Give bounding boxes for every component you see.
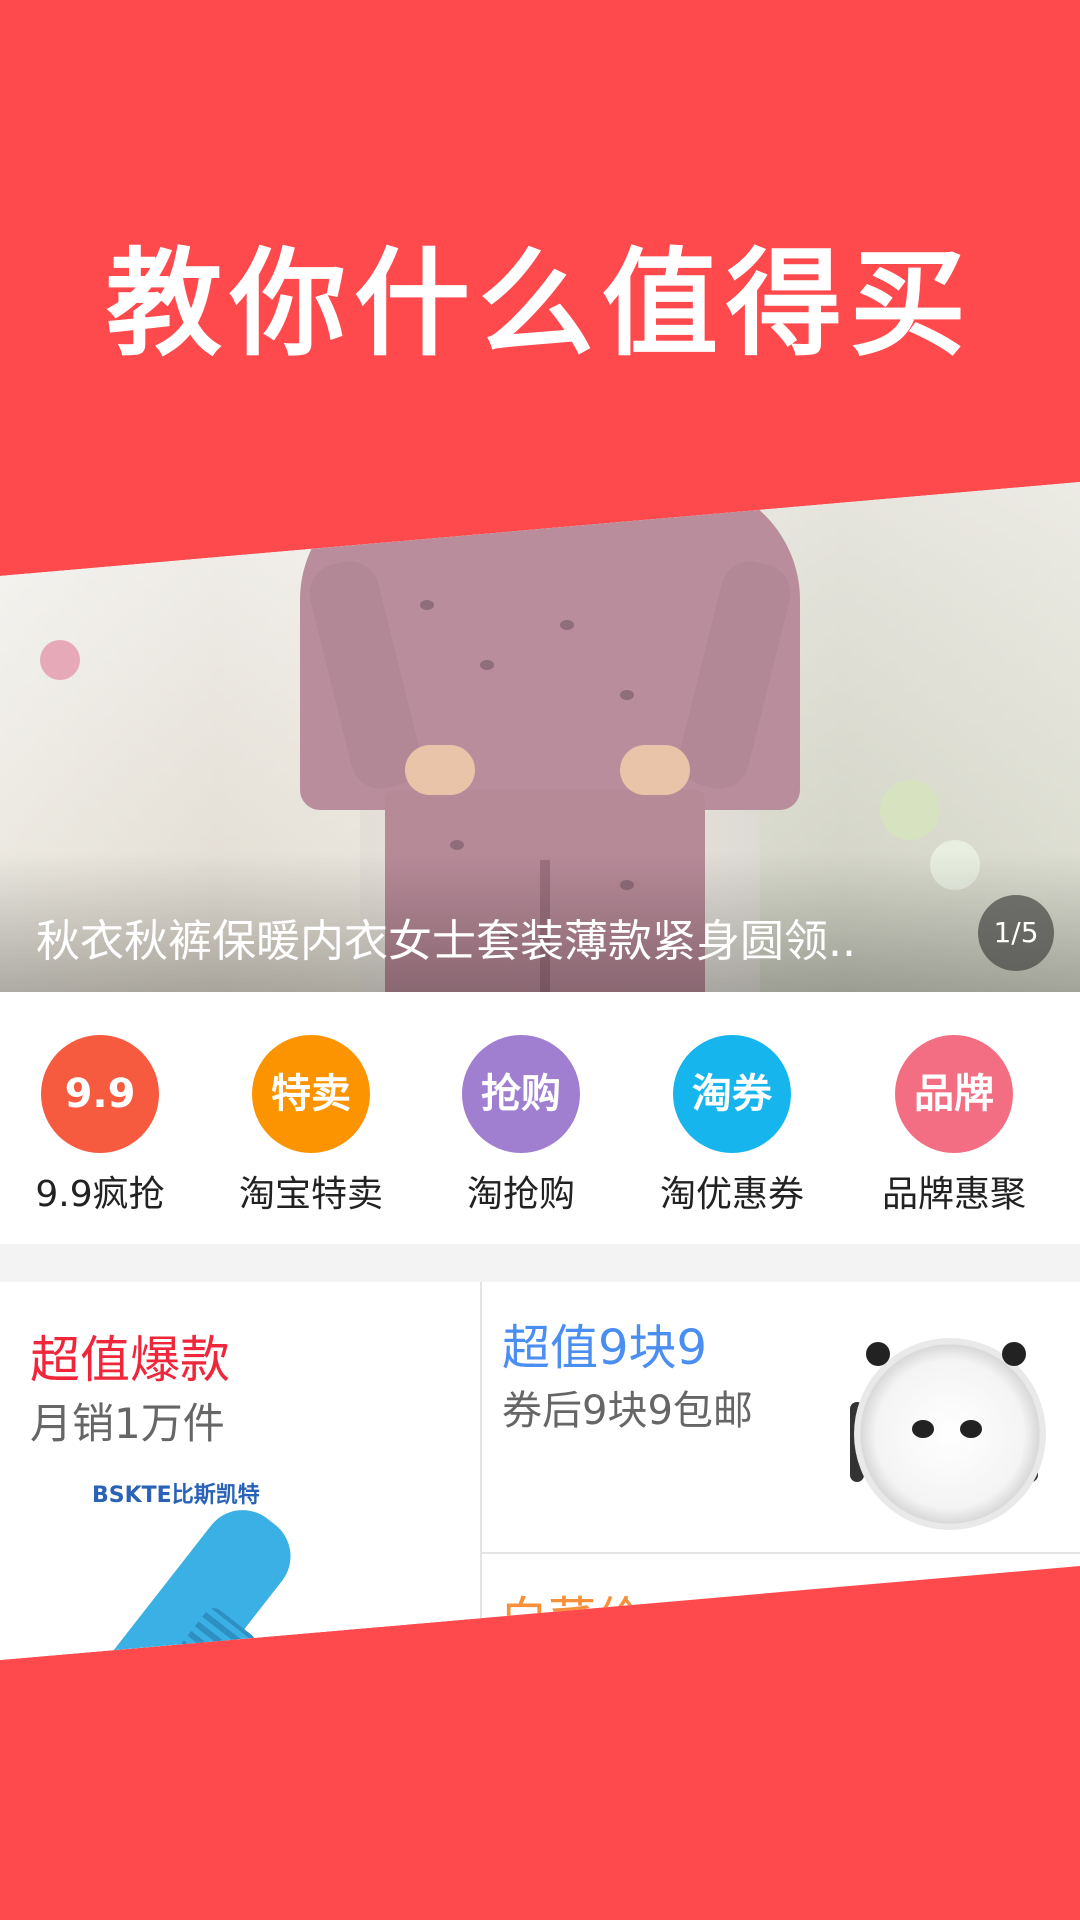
category-flash-buy-icon: 抢购 [462,1035,580,1153]
promo-hot-deals[interactable]: 超值爆款 月销1万件 BSKTE比斯凯特 [0,1282,480,1660]
category-item-flash-buy[interactable]: 抢购 淘抢购 [421,1035,621,1217]
banner-photo-pattern [450,840,464,850]
banner-photo-pattern [560,620,574,630]
banner-photo-hand [620,745,690,795]
category-item-99[interactable]: 9.9 9.9疯抢 [0,1035,200,1217]
category-item-taobao-sale[interactable]: 特卖 淘宝特卖 [211,1035,411,1217]
category-label: 品牌惠聚 [881,1174,1026,1215]
panda-ear [866,1342,890,1366]
panda-eye [912,1420,934,1438]
category-label: 淘抢购 [466,1174,575,1215]
banner-photo-flower [880,780,940,840]
product-brand-logo: BSKTE比斯凯特 [92,1483,260,1508]
section-divider [0,1244,1080,1282]
promo-divider-horizontal [482,1552,1080,1554]
banner-photo-pattern [480,660,494,670]
panda-basin-image [854,1338,1046,1530]
banner-photo-flower [40,640,80,680]
panda-ear [1002,1342,1026,1366]
banner-page-indicator: 1/5 [978,895,1054,971]
banner-photo-pattern [420,600,434,610]
banner-caption: 秋衣秋裤保暖内衣女士套装薄款紧身圆领.. [36,916,856,967]
panda-eye [960,1420,982,1438]
promo-hot-deals-subtitle: 月销1万件 [30,1399,225,1448]
category-label: 淘优惠券 [659,1174,804,1215]
category-coupon-icon: 淘券 [673,1035,791,1153]
category-label: 9.9疯抢 [35,1174,165,1215]
category-brand-icon: 品牌 [895,1035,1013,1153]
category-item-coupons[interactable]: 淘券 淘优惠券 [632,1035,832,1217]
category-item-brands[interactable]: 品牌 品牌惠聚 [854,1035,1054,1217]
promo-9-9[interactable]: 超值9块9 券后9块9包邮 [482,1282,1080,1552]
category-99-icon: 9.9 [41,1035,159,1153]
banner-photo-pattern [620,690,634,700]
promo-9-9-title: 超值9块9 [502,1320,708,1376]
category-label: 淘宝特卖 [238,1174,383,1215]
promo-hot-deals-title: 超值爆款 [30,1331,230,1389]
splash-headline: 教你什么值得买 [106,237,974,372]
promo-9-9-subtitle: 券后9块9包邮 [502,1388,753,1434]
category-row: 9.9 9.9疯抢 特卖 淘宝特卖 抢购 淘抢购 淘券 淘优惠券 品牌 品牌惠聚 [0,993,1080,1243]
category-sale-icon: 特卖 [252,1035,370,1153]
banner-photo-hand [405,745,475,795]
